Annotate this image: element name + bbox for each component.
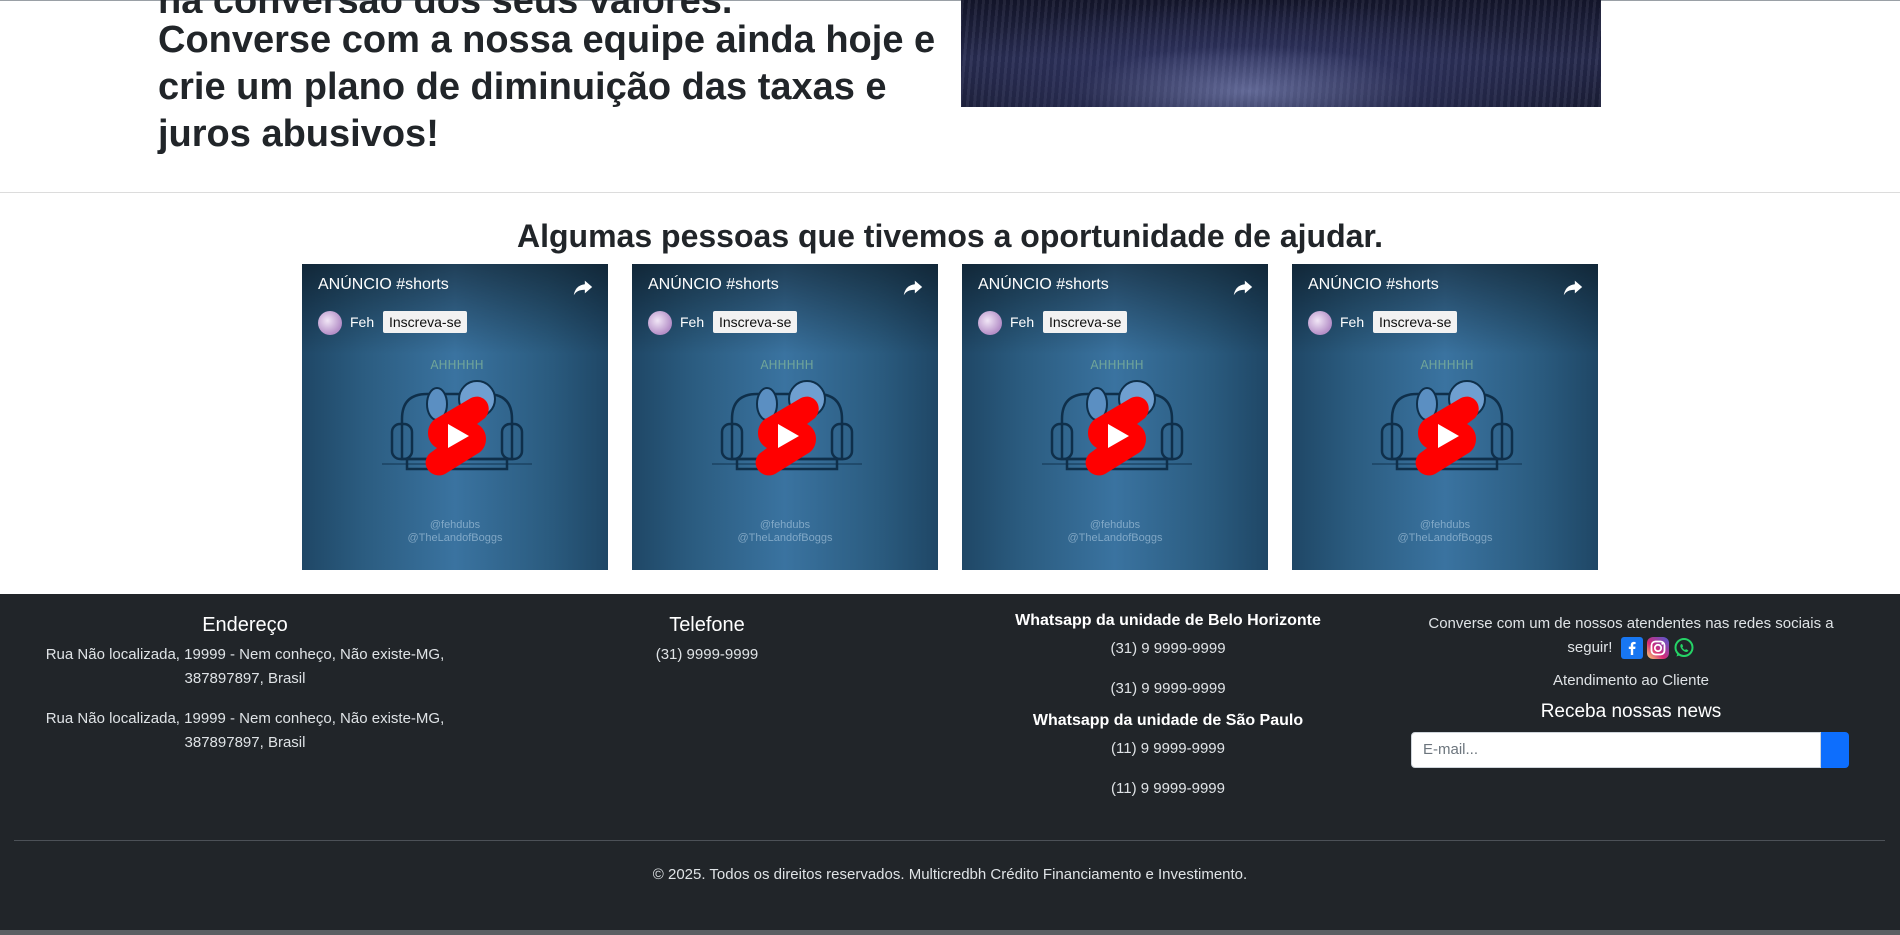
svg-text:AHHHHH: AHHHHH	[1090, 359, 1143, 372]
channel-name[interactable]: Feh	[1340, 314, 1364, 330]
share-icon[interactable]	[572, 276, 594, 298]
youtube-shorts-play-icon[interactable]	[749, 392, 823, 480]
video-title[interactable]: ANÚNCIO #shorts	[1308, 276, 1439, 294]
hero-cut-line: na conversão dos seus valores.	[158, 0, 948, 13]
svg-text:AHHHHH: AHHHHH	[430, 359, 483, 372]
footer-address: Endereço Rua Não localizada, 19999 - Nem…	[40, 612, 450, 755]
video-credits: @fehdubs @TheLandofBoggs	[962, 519, 1268, 545]
whatsapp-bh-number[interactable]: (31) 9 9999-9999	[968, 677, 1368, 701]
share-icon[interactable]	[902, 276, 924, 298]
channel-avatar[interactable]	[978, 311, 1002, 335]
whatsapp-bh-number[interactable]: (31) 9 9999-9999	[968, 637, 1368, 661]
svg-text:AHHHHH: AHHHHH	[1420, 359, 1473, 372]
credit-line: @TheLandofBoggs	[737, 532, 833, 544]
share-icon[interactable]	[1232, 276, 1254, 298]
credit-line: @TheLandofBoggs	[1397, 532, 1493, 544]
channel-name[interactable]: Feh	[1010, 314, 1034, 330]
phone-title: Telefone	[669, 614, 745, 636]
video-title[interactable]: ANÚNCIO #shorts	[978, 276, 1109, 294]
address-line: Rua Não localizada, 19999 - Nem conheço,…	[45, 710, 445, 751]
section-divider	[0, 192, 1900, 193]
video-embed[interactable]: AHHHHH ANÚNCIO #shorts Feh Inscreva-se @…	[632, 264, 938, 570]
facebook-icon[interactable]	[1620, 637, 1643, 660]
video-title[interactable]: ANÚNCIO #shorts	[648, 276, 779, 294]
hero-section: na conversão dos seus valores. Converse …	[0, 0, 1900, 193]
subscribe-button[interactable]: Inscreva-se	[383, 311, 468, 333]
credit-line: @fehdubs	[1089, 519, 1141, 531]
video-credits: @fehdubs @TheLandofBoggs	[632, 519, 938, 545]
address-title: Endereço	[202, 614, 288, 636]
channel-avatar[interactable]	[648, 311, 672, 335]
video-credits: @fehdubs @TheLandofBoggs	[1292, 519, 1598, 545]
video-embed[interactable]: AHHHHH ANÚNCIO #shorts Feh Inscreva-se @…	[302, 264, 608, 570]
support-link[interactable]: Atendimento ao Cliente	[1411, 669, 1851, 693]
video-embed[interactable]: AHHHHH ANÚNCIO #shorts Feh Inscreva-se @…	[962, 264, 1268, 570]
channel-name[interactable]: Feh	[350, 314, 374, 330]
credit-line: @TheLandofBoggs	[1067, 532, 1163, 544]
address-line: Rua Não localizada, 19999 - Nem conheço,…	[45, 646, 445, 687]
hero-paragraph: Converse com a nossa equipe ainda hoje e…	[158, 19, 936, 155]
youtube-shorts-play-icon[interactable]	[1409, 392, 1483, 480]
youtube-shorts-play-icon[interactable]	[419, 392, 493, 480]
newsletter-email-input[interactable]: E-mail...	[1411, 732, 1821, 768]
credit-line: @fehdubs	[1419, 519, 1471, 531]
testimonials-title: Algumas pessoas que tivemos a oportunida…	[517, 218, 1383, 254]
share-icon[interactable]	[1562, 276, 1584, 298]
newsletter-submit-button[interactable]	[1821, 732, 1849, 768]
phone-number[interactable]: (31) 9999-9999	[557, 643, 857, 667]
credit-line: @TheLandofBoggs	[407, 532, 503, 544]
subscribe-button[interactable]: Inscreva-se	[713, 311, 798, 333]
whatsapp-sp-number[interactable]: (11) 9 9999-9999	[968, 777, 1368, 801]
video-title[interactable]: ANÚNCIO #shorts	[318, 276, 449, 294]
hero-image	[961, 0, 1601, 107]
footer-divider	[14, 840, 1885, 841]
video-credits: @fehdubs @TheLandofBoggs	[302, 519, 608, 545]
newsletter-title: Receba nossas news	[1540, 701, 1722, 722]
whatsapp-sp-title: Whatsapp da unidade de São Paulo	[1032, 712, 1304, 729]
bottom-scrollbar[interactable]	[0, 930, 1900, 935]
footer-social: Converse com um de nossos atendentes nas…	[1411, 612, 1851, 725]
channel-name[interactable]: Feh	[680, 314, 704, 330]
footer-phone: Telefone (31) 9999-9999	[557, 612, 857, 667]
footer-whatsapp: Whatsapp da unidade de Belo Horizonte (3…	[968, 610, 1368, 801]
youtube-shorts-play-icon[interactable]	[1079, 392, 1153, 480]
subscribe-button[interactable]: Inscreva-se	[1373, 311, 1458, 333]
credit-line: @fehdubs	[759, 519, 811, 531]
whatsapp-icon[interactable]	[1673, 637, 1695, 659]
subscribe-button[interactable]: Inscreva-se	[1043, 311, 1128, 333]
channel-avatar[interactable]	[1308, 311, 1332, 335]
footer: Endereço Rua Não localizada, 19999 - Nem…	[0, 594, 1900, 935]
instagram-icon[interactable]	[1646, 637, 1669, 660]
whatsapp-sp-number[interactable]: (11) 9 9999-9999	[968, 737, 1368, 761]
hero-text: na conversão dos seus valores. Converse …	[158, 0, 948, 158]
credit-line: @fehdubs	[429, 519, 481, 531]
svg-text:AHHHHH: AHHHHH	[760, 359, 813, 372]
whatsapp-bh-title: Whatsapp da unidade de Belo Horizonte	[1015, 612, 1321, 629]
channel-avatar[interactable]	[318, 311, 342, 335]
copyright: © 2025. Todos os direitos reservados. Mu…	[652, 866, 1248, 883]
video-embed[interactable]: AHHHHH ANÚNCIO #shorts Feh Inscreva-se @…	[1292, 264, 1598, 570]
